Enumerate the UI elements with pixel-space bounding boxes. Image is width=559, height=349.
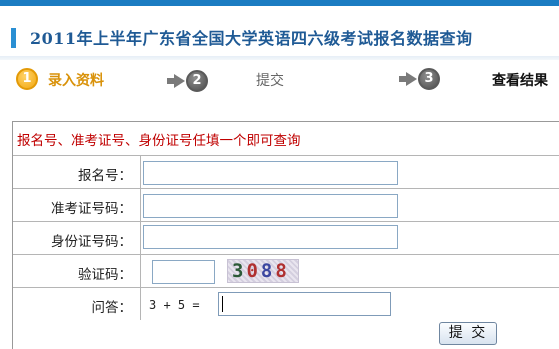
- form-row-id-number: 身份证号码：: [13, 221, 559, 254]
- step-3-number-icon: 3: [418, 68, 440, 90]
- form-row-captcha: 验证码： 3088: [13, 254, 559, 287]
- submit-button[interactable]: 提 交: [439, 322, 497, 345]
- title-bar: 2011年上半年广东省全国大学英语四六级考试报名数据查询: [0, 6, 559, 60]
- captcha-label: 验证码：: [78, 267, 132, 283]
- captcha-digit: 8: [275, 260, 290, 282]
- arrow-right-icon: [167, 74, 185, 88]
- id-number-label: 身份证号码：: [51, 234, 132, 250]
- id-number-input[interactable]: [143, 225, 398, 249]
- step-2-number-icon: 2: [186, 70, 208, 92]
- registration-number-label: 报名号：: [78, 168, 132, 184]
- form-hint: 报名号、准考证号、身份证号任填一个即可查询: [17, 133, 301, 149]
- answer-input[interactable]: [218, 292, 391, 316]
- progress-steps: 1 录入资料 2 提交 3 查看结果: [0, 58, 559, 104]
- form-row-admission-number: 准考证号码：: [13, 188, 559, 221]
- form-row-question: 问答： 3 + 5 =: [13, 287, 559, 320]
- step-3-label: 查看结果: [492, 73, 548, 89]
- registration-number-input[interactable]: [143, 161, 398, 185]
- admission-number-label: 准考证号码：: [51, 201, 132, 217]
- captcha-digit: 3: [232, 260, 247, 282]
- captcha-digit: 0: [246, 260, 261, 282]
- admission-number-input[interactable]: [143, 194, 398, 218]
- captcha-input[interactable]: [152, 260, 215, 284]
- title-accent-bar: [11, 28, 16, 48]
- captcha-digit: 8: [260, 260, 276, 282]
- arrow-right-icon: [399, 72, 417, 86]
- step-2-label: 提交: [256, 73, 284, 89]
- query-form: 报名号、准考证号、身份证号任填一个即可查询 报名号： 准考证号码： 身份证号码：…: [12, 121, 559, 349]
- step-1-number-icon: 1: [16, 68, 38, 90]
- step-1-label: 录入资料: [48, 73, 104, 89]
- form-row-registration-number: 报名号：: [13, 155, 559, 188]
- question-text: 3 + 5 =: [149, 298, 200, 312]
- captcha-image[interactable]: 3088: [227, 259, 299, 283]
- question-label: 问答：: [91, 300, 133, 316]
- text-caret: [222, 296, 223, 312]
- page-title: 2011年上半年广东省全国大学英语四六级考试报名数据查询: [30, 29, 473, 48]
